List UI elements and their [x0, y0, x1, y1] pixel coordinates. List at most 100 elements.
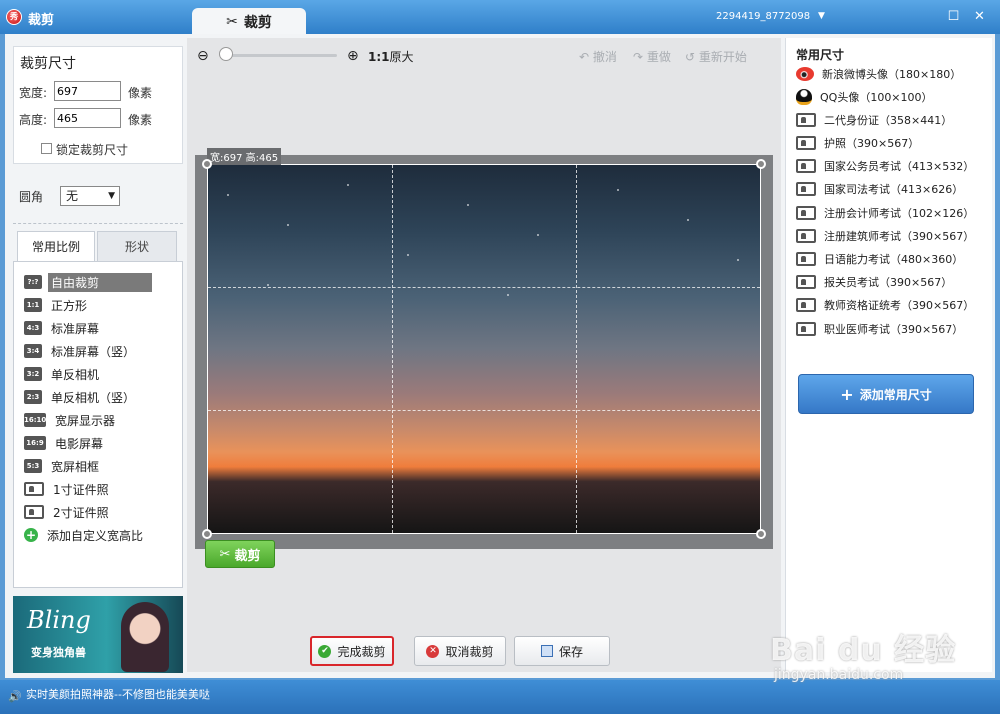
redo-button[interactable]: ↷ 重做 — [633, 48, 671, 65]
crop-handle-bottom-left[interactable] — [202, 529, 212, 539]
ratio-item-5-3[interactable]: 5:3 宽屏相框 — [24, 456, 102, 476]
ratio-label: 1寸证件照 — [53, 482, 109, 497]
redo-label: 重做 — [646, 50, 671, 64]
height-unit: 像素 — [128, 113, 153, 127]
undo-icon: ↶ — [579, 50, 590, 64]
ratio-item-1-inch-photo[interactable]: 1寸证件照 — [24, 479, 112, 499]
promo-banner[interactable]: Bling 变身独角兽 — [13, 596, 183, 673]
ratio-item-2-3[interactable]: 2:3 单反相机（竖） — [24, 387, 138, 407]
ratio-label: 单反相机 — [51, 367, 100, 382]
size-item-weibo-avatar[interactable]: 新浪微博头像（180×180） — [796, 65, 961, 83]
common-sizes-title: 常用尺寸 — [796, 48, 845, 62]
ratio-item-16-9[interactable]: 16:9 电影屏幕 — [24, 433, 106, 453]
undo-button[interactable]: ↶ 撤消 — [579, 48, 617, 65]
crop-grid-line — [392, 165, 393, 533]
save-button[interactable]: 保存 — [514, 636, 610, 666]
ratio-label: 自由裁剪 — [48, 272, 152, 292]
ratio-item-3-4[interactable]: 3:4 标准屏幕（竖） — [24, 341, 138, 361]
original-size-button[interactable]: 1:1原大 — [368, 48, 414, 65]
crop-handle-top-left[interactable] — [202, 159, 212, 169]
crop-image[interactable] — [207, 164, 761, 534]
id-card-icon — [796, 275, 816, 289]
size-item-cpa-exam[interactable]: 注册会计师考试（102×126） — [796, 204, 974, 222]
add-icon: + — [24, 528, 38, 542]
restart-button[interactable]: ↺ 重新开始 — [685, 48, 747, 65]
lock-size-checkbox[interactable] — [41, 143, 52, 154]
zoom-slider-thumb[interactable] — [219, 47, 233, 61]
crop-apply-button[interactable]: ✂ 裁剪 — [205, 540, 275, 568]
watermark-url: jingyan.baidu.com — [774, 667, 904, 683]
add-common-size-button[interactable]: + 添加常用尺寸 — [798, 374, 974, 414]
app-title: 裁剪 — [28, 13, 55, 28]
size-item-id-card[interactable]: 二代身份证（358×441） — [796, 111, 952, 129]
ratio-item-square[interactable]: 1:1 正方形 — [24, 295, 90, 315]
status-text[interactable]: 实时美颜拍照神器--不修图也能美美哒 — [26, 686, 210, 702]
corner-select-value: 无 — [66, 189, 79, 203]
ratio-item-free[interactable]: ?:? 自由裁剪 — [24, 272, 152, 292]
tab-common-ratios[interactable]: 常用比例 — [17, 231, 95, 261]
crop-handle-bottom-right[interactable] — [756, 529, 766, 539]
corner-select[interactable]: 无 ▼ — [60, 186, 120, 206]
size-item-qq-avatar[interactable]: QQ头像（100×100） — [796, 88, 933, 106]
ratio-badge: 2:3 — [24, 390, 42, 404]
crop-apply-label: 裁剪 — [234, 548, 261, 564]
watermark-logo: Bai du 经验 — [770, 633, 957, 668]
height-input[interactable] — [54, 108, 121, 128]
plus-icon: + — [840, 384, 854, 404]
zoom-out-icon[interactable]: ⊖ — [197, 48, 209, 64]
size-item-judicial-exam[interactable]: 国家司法考试（413×626） — [796, 180, 963, 198]
tab-shapes[interactable]: 形状 — [97, 231, 177, 261]
undo-label: 撤消 — [592, 50, 617, 64]
size-item-label: 职业医师考试（390×567） — [824, 323, 964, 336]
finish-crop-button[interactable]: ✔ 完成裁剪 — [310, 636, 394, 666]
crop-grid-line — [576, 165, 577, 533]
size-item-label: 新浪微博头像（180×180） — [822, 68, 962, 81]
id-card-icon — [796, 298, 816, 312]
size-item-teacher-exam[interactable]: 教师资格证统考（390×567） — [796, 296, 974, 314]
add-custom-ratio-button[interactable]: + 添加自定义宽高比 — [24, 525, 146, 545]
size-item-architect-exam[interactable]: 注册建筑师考试（390×567） — [796, 227, 974, 245]
size-item-physician-exam[interactable]: 职业医师考试（390×567） — [796, 320, 963, 338]
ratio-item-2-inch-photo[interactable]: 2寸证件照 — [24, 502, 112, 522]
app-logo-icon: 秀 — [6, 9, 22, 25]
close-button[interactable]: ✕ — [972, 9, 987, 24]
id-card-icon — [796, 113, 816, 127]
zoom-in-icon[interactable]: ⊕ — [347, 48, 359, 64]
crop-handle-top-right[interactable] — [756, 159, 766, 169]
width-input[interactable] — [54, 81, 121, 101]
ratio-label: 电影屏幕 — [55, 436, 104, 451]
size-item-passport[interactable]: 护照（390×567） — [796, 134, 919, 152]
ratio-label: 单反相机（竖） — [51, 390, 136, 405]
size-item-civil-service-exam[interactable]: 国家公务员考试（413×532） — [796, 157, 974, 175]
user-menu-chevron-icon[interactable]: ▼ — [818, 11, 825, 21]
ratio-label: 标准屏幕（竖） — [51, 344, 136, 359]
original-label: 原大 — [389, 50, 414, 64]
corner-label: 圆角 — [19, 190, 44, 204]
ratio-label: 添加自定义宽高比 — [47, 528, 144, 543]
size-item-customs-exam[interactable]: 报关员考试（390×567） — [796, 273, 952, 291]
size-item-label: 报关员考试（390×567） — [824, 276, 953, 289]
user-id[interactable]: 2294419_8772098 — [716, 11, 810, 22]
size-item-label: QQ头像（100×100） — [820, 91, 933, 104]
canvas-area: ⊖ ⊕ 1:1原大 ↶ 撤消 ↷ 重做 ↺ 重新开始 宽:697 高:465 ✂… — [187, 38, 781, 672]
crop-grid-line — [208, 410, 760, 411]
id-card-icon — [796, 322, 816, 336]
size-item-japanese-exam[interactable]: 日语能力考试（480×360） — [796, 250, 963, 268]
ratio-item-4-3[interactable]: 4:3 标准屏幕 — [24, 318, 102, 338]
tab-crop[interactable]: ✂ 裁剪 — [192, 8, 306, 35]
chevron-down-icon: ▼ — [108, 191, 115, 201]
redo-icon: ↷ — [633, 50, 644, 64]
banner-title: Bling — [27, 606, 91, 634]
cancel-crop-button[interactable]: ✕ 取消裁剪 — [414, 636, 506, 666]
weibo-icon — [796, 67, 814, 81]
crop-grid-line — [208, 287, 760, 288]
zoom-slider[interactable] — [222, 54, 337, 57]
maximize-button[interactable]: ☐ — [946, 9, 961, 24]
ratio-item-16-10[interactable]: 16:10 宽屏显示器 — [24, 410, 118, 430]
size-item-label: 教师资格证统考（390×567） — [824, 299, 975, 312]
sky-stars — [208, 165, 760, 386]
restart-icon: ↺ — [685, 50, 696, 64]
ratio-item-3-2[interactable]: 3:2 单反相机 — [24, 364, 102, 384]
save-label: 保存 — [558, 644, 583, 659]
canvas-frame: 宽:697 高:465 — [195, 148, 773, 549]
